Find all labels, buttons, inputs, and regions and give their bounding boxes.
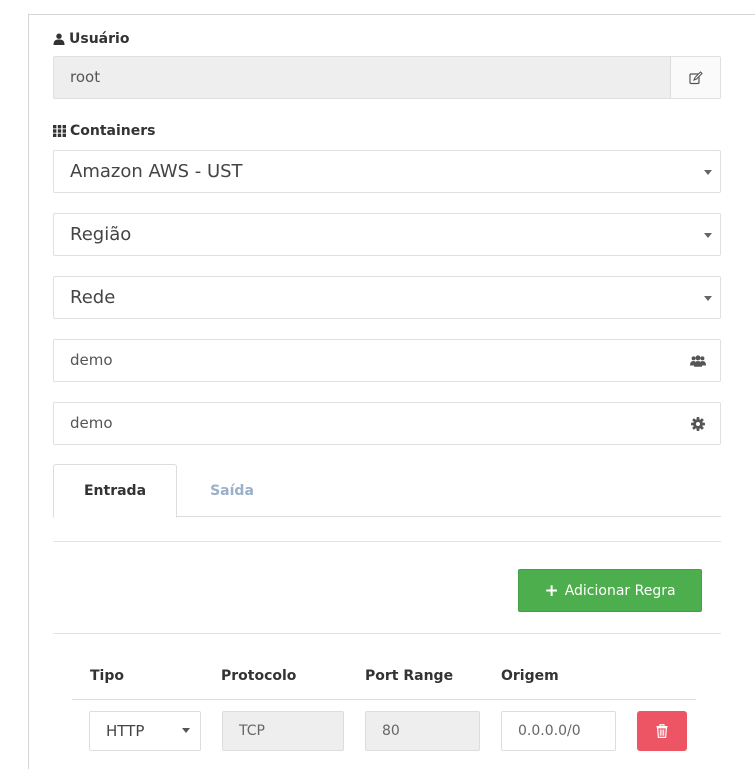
user-label: Usuário [53, 31, 129, 47]
tab-entrada[interactable]: Entrada [53, 464, 177, 518]
add-rule-label: Adicionar Regra [564, 582, 676, 599]
rule-origin-value: 0.0.0.0/0 [518, 723, 581, 739]
user-label-text: Usuário [69, 31, 130, 47]
header-origem: Origem [501, 668, 559, 684]
users-icon [690, 353, 706, 369]
containers-label: Containers [53, 123, 156, 139]
header-tipo: Tipo [90, 668, 124, 684]
user-field: root [53, 56, 721, 99]
containers-label-text: Containers [70, 123, 156, 139]
plus-icon: + [544, 580, 559, 601]
provider-value: Amazon AWS - UST [70, 161, 243, 182]
header-port-range: Port Range [365, 668, 454, 684]
divider [53, 541, 721, 542]
grid-icon [53, 125, 66, 137]
edit-icon [688, 70, 703, 84]
rule-port-field: 80 [365, 711, 480, 751]
group-input[interactable]: demo [53, 339, 721, 382]
table-header-divider [72, 699, 696, 700]
direction-tabs: Entrada Saída [53, 464, 721, 518]
chevron-down-icon [182, 728, 190, 733]
network-select[interactable]: Rede [53, 276, 721, 319]
network-value: Rede [70, 287, 116, 308]
divider [53, 633, 721, 634]
group-value: demo [70, 351, 113, 369]
delete-rule-button[interactable] [637, 711, 687, 751]
region-select[interactable]: Região [53, 213, 721, 256]
region-value: Região [70, 224, 132, 245]
chevron-down-icon [704, 233, 712, 238]
gear-icon [690, 416, 706, 432]
rule-type-value: HTTP [106, 722, 145, 740]
rule-protocol-field: TCP [222, 711, 344, 751]
chevron-down-icon [704, 296, 712, 301]
header-protocolo: Protocolo [221, 668, 297, 684]
trash-icon [656, 724, 668, 738]
provider-select[interactable]: Amazon AWS - UST [53, 150, 721, 193]
user-value: root [70, 68, 101, 86]
rule-protocol-value: TCP [239, 723, 265, 739]
config-value: demo [70, 414, 113, 432]
chevron-down-icon [704, 170, 712, 175]
edit-user-button[interactable] [670, 57, 720, 98]
config-input[interactable]: demo [53, 402, 721, 445]
rule-origin-input[interactable]: 0.0.0.0/0 [501, 711, 616, 751]
user-icon [53, 33, 65, 45]
add-rule-button[interactable]: + Adicionar Regra [518, 569, 702, 612]
tab-saida[interactable]: Saída [177, 464, 287, 517]
rule-port-value: 80 [382, 723, 400, 739]
rule-type-select[interactable]: HTTP [89, 711, 201, 751]
